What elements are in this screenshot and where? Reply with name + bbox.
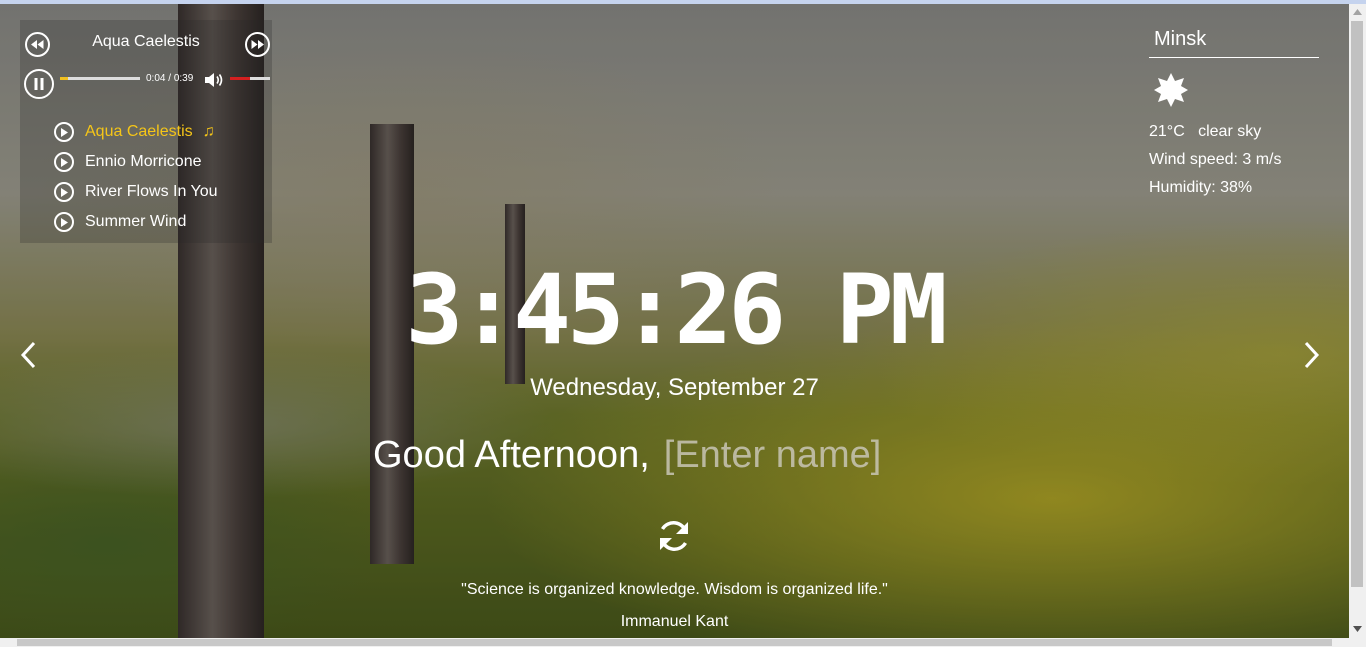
clock-seconds: 26: [674, 254, 787, 366]
background-image: Aqua Caelestis 0:04 / 0:39 Aqua Caelesti…: [0, 4, 1349, 638]
play-icon: [54, 182, 74, 202]
track-time: 0:04 / 0:39: [146, 73, 193, 84]
play-pause-button[interactable]: [24, 69, 54, 99]
volume-slider[interactable]: [230, 77, 270, 80]
refresh-quote-button[interactable]: [656, 518, 692, 559]
playlist: Aqua Caelestis ♫ Ennio Morricone River Flow…: [54, 117, 218, 237]
temperature: 21°C: [1149, 123, 1185, 140]
time-separator: /: [165, 73, 174, 84]
name-input[interactable]: [Enter name]: [664, 434, 882, 476]
playlist-item[interactable]: River Flows In You: [54, 177, 218, 207]
clock-separator: :: [459, 254, 517, 366]
playlist-item-label: Aqua Caelestis: [85, 123, 193, 140]
clock-minutes: 45: [513, 254, 625, 366]
play-icon: [54, 212, 74, 232]
clock-hours: 3: [405, 254, 464, 366]
playlist-item-label: Summer Wind: [85, 213, 187, 230]
next-track-button[interactable]: [245, 32, 270, 57]
vertical-scrollbar[interactable]: [1349, 4, 1366, 638]
quote-text: "Science is organized knowledge. Wisdom …: [461, 581, 888, 598]
horizontal-scrollbar[interactable]: [0, 638, 1366, 647]
track-progress-fill: [60, 77, 68, 80]
city-input[interactable]: Minsk: [1149, 28, 1319, 58]
scroll-up-icon[interactable]: [1353, 9, 1362, 15]
clock-period: PM: [835, 254, 948, 366]
sun-icon: [1153, 72, 1319, 113]
horizontal-scroll-thumb[interactable]: [17, 639, 1332, 646]
audio-player: Aqua Caelestis 0:04 / 0:39 Aqua Caelesti…: [20, 20, 272, 243]
current-track-title: Aqua Caelestis: [92, 33, 200, 50]
playlist-item-label: Ennio Morricone: [85, 153, 202, 170]
pause-icon: [34, 78, 44, 90]
clock-separator: :: [620, 254, 679, 366]
track-progress-bar[interactable]: [60, 77, 140, 80]
volume-fill: [230, 77, 250, 80]
humidity: Humidity: 38%: [1149, 179, 1253, 196]
refresh-icon: [660, 521, 688, 551]
music-note-icon: ♫: [202, 123, 215, 140]
clock: 3:45:26 PM: [0, 254, 1349, 366]
playlist-item[interactable]: Summer Wind: [54, 207, 218, 237]
play-icon: [54, 152, 74, 172]
current-time: 0:04: [146, 73, 166, 84]
play-icon: [54, 122, 74, 142]
playlist-item[interactable]: Ennio Morricone: [54, 147, 218, 177]
playlist-item[interactable]: Aqua Caelestis ♫: [54, 117, 218, 147]
vertical-scroll-thumb[interactable]: [1351, 21, 1363, 587]
weather-widget: Minsk 21°C clear sky Wind speed: 3 m/s H…: [1149, 28, 1319, 197]
greeting-text: Good Afternoon,: [373, 434, 650, 476]
scroll-down-icon[interactable]: [1353, 626, 1362, 632]
volume-icon[interactable]: [204, 72, 224, 88]
playlist-item-label: River Flows In You: [85, 183, 218, 200]
date: Wednesday, September 27: [530, 374, 819, 401]
weather-temperature-line: 21°C clear sky: [1149, 123, 1319, 141]
track-duration: 0:39: [173, 73, 194, 84]
weather-description: clear sky: [1198, 123, 1262, 140]
fast-forward-icon: [251, 40, 264, 49]
quote-author: Immanuel Kant: [620, 613, 729, 630]
wind-speed: Wind speed: 3 m/s: [1149, 151, 1282, 168]
greeting: Good Afternoon, [Enter name]: [373, 434, 881, 477]
